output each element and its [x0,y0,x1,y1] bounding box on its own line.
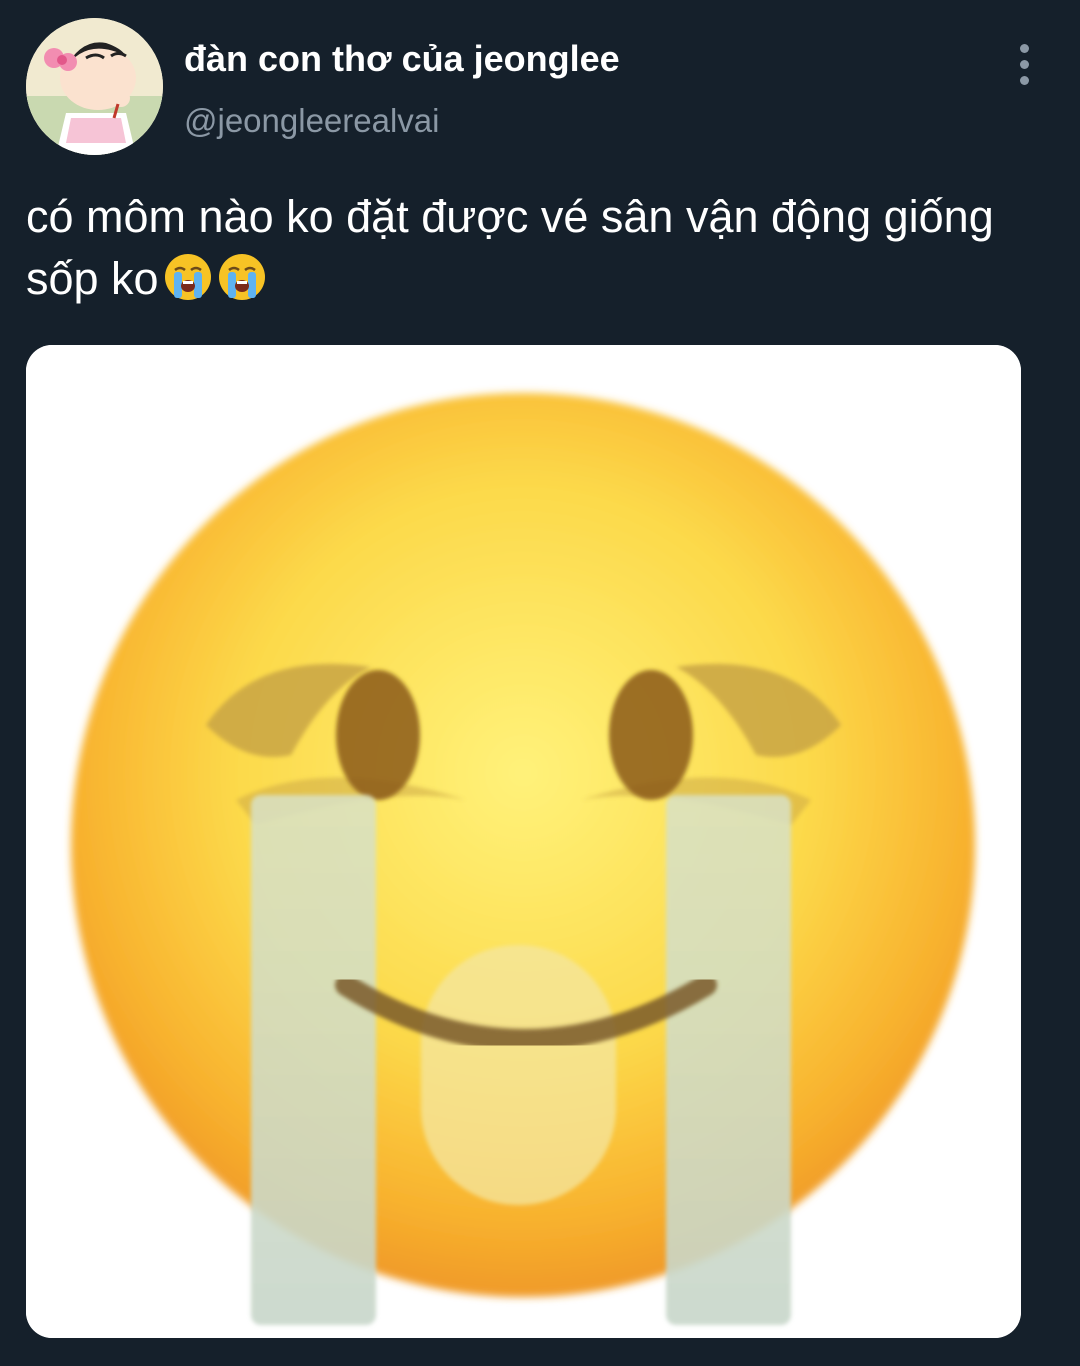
display-name[interactable]: đàn con thơ của jeonglee [184,38,620,80]
more-dot-icon [1019,75,1029,85]
avatar-illustration-icon [26,18,163,155]
more-options-button[interactable] [1000,38,1048,90]
loudly-crying-face-icon [163,252,213,302]
tweet-text: có môm nào ko đặt được vé sân vận động g… [26,186,1046,310]
tweet-media-image[interactable] [26,345,1021,1338]
user-handle[interactable]: @jeongleerealvai [184,102,440,140]
crying-smiling-face-emoji-icon [26,345,1021,1338]
loudly-crying-face-icon [217,252,267,302]
tweet-header: đàn con thơ của jeonglee @jeongleerealva… [0,0,1080,170]
more-dot-icon [1019,43,1029,53]
avatar[interactable] [26,18,163,155]
more-dot-icon [1019,59,1029,69]
